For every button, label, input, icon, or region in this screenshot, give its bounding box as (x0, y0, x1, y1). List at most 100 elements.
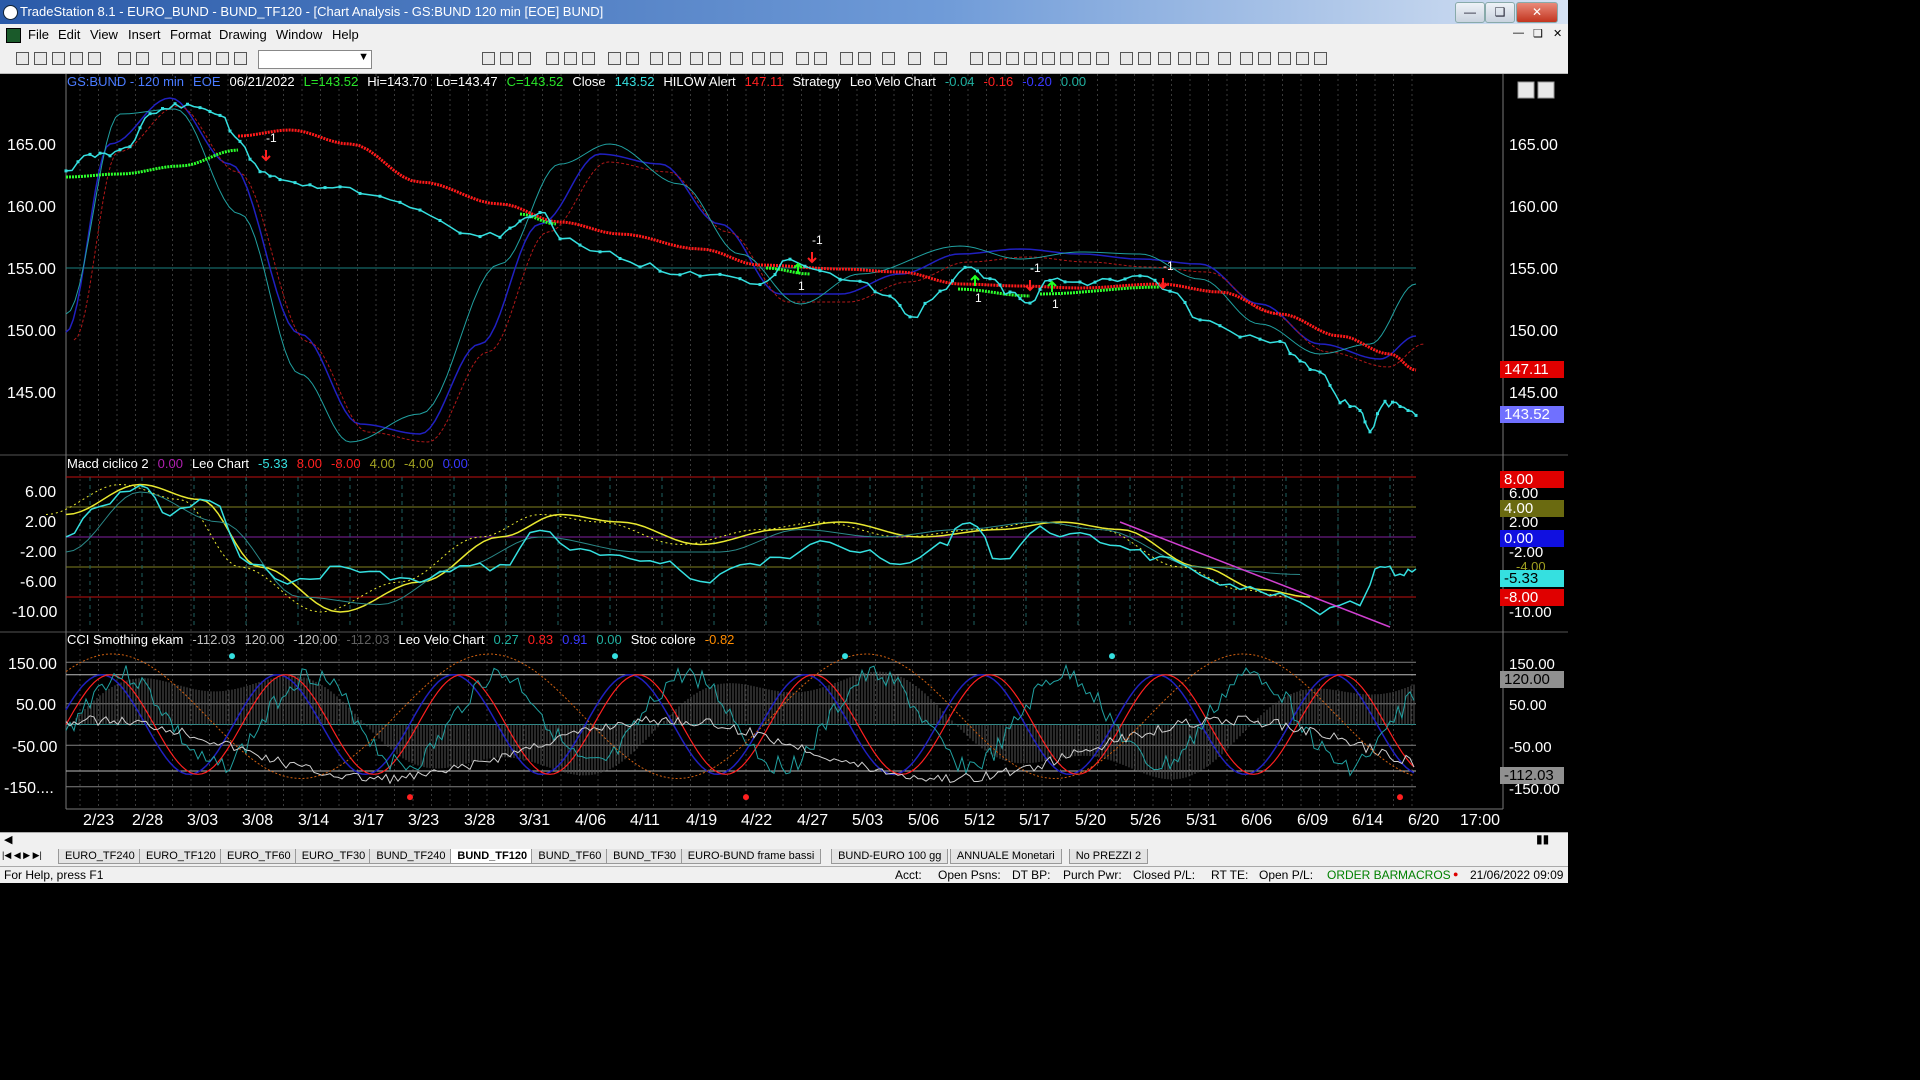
toolbar-tool-icon[interactable] (162, 52, 175, 65)
toolbar-tool-icon[interactable] (1178, 52, 1191, 65)
symbol-combo[interactable]: ▼ (258, 50, 372, 69)
toolbar-tool-icon[interactable] (690, 52, 703, 65)
toolbar-tool-icon[interactable] (1296, 52, 1309, 65)
chart-area[interactable]: -1 -1 1 -1 1 1 -1 (0, 74, 1568, 832)
toolbar-tool-icon[interactable] (1120, 52, 1133, 65)
toolbar-tool-icon[interactable] (1042, 52, 1055, 65)
toolbar-tool-icon[interactable] (34, 52, 47, 65)
toolbar-tool-icon[interactable] (970, 52, 983, 65)
toolbar-tool-icon[interactable] (796, 52, 809, 65)
toolbar-tool-icon[interactable] (136, 52, 149, 65)
price-bar-tick (148, 112, 152, 116)
tab-euro-tf120[interactable]: EURO_TF120 (139, 849, 223, 864)
toolbar-tool-icon[interactable] (564, 52, 577, 65)
toolbar-tool-icon[interactable] (1024, 52, 1037, 65)
tab-bund-tf30[interactable]: BUND_TF30 (606, 849, 684, 864)
toolbar-tool-icon[interactable] (650, 52, 663, 65)
close-button[interactable]: ✕ (1516, 2, 1558, 23)
toolbar-tool-icon[interactable] (1078, 52, 1091, 65)
toolbar-tool-icon[interactable] (1278, 52, 1291, 65)
toolbar-tool-icon[interactable] (934, 52, 947, 65)
tab-euro-tf60[interactable]: EURO_TF60 (220, 849, 298, 864)
scroll-left-icon[interactable]: ◀ (4, 833, 12, 846)
price-bar-tick (1153, 278, 1157, 282)
horizontal-scrollbar[interactable]: ◀ ▮▮ (0, 832, 1568, 849)
toolbar-tool-icon[interactable] (518, 52, 531, 65)
tab-bund-tf240[interactable]: BUND_TF240 (369, 849, 453, 864)
toolbar-tool-icon[interactable] (840, 52, 853, 65)
tab-no-prezzi-2[interactable]: No PREZZI 2 (1068, 849, 1149, 864)
status-macros[interactable]: MACROS (1398, 868, 1451, 882)
toolbar-tool-icon[interactable] (988, 52, 1001, 65)
tab-nav-icon[interactable]: |◀ ◀ ▶ ▶| (2, 850, 42, 861)
menu-file[interactable]: File (28, 27, 49, 42)
toolbar-tool-icon[interactable] (1240, 52, 1253, 65)
toolbar-tool-icon[interactable] (770, 52, 783, 65)
toolbar-tool-icon[interactable] (234, 52, 247, 65)
toolbar-tool-icon[interactable] (858, 52, 871, 65)
tab-bund-tf60[interactable]: BUND_TF60 (531, 849, 609, 864)
toolbar-tool-icon[interactable] (1060, 52, 1073, 65)
mdi-close-icon[interactable]: ✕ (1553, 27, 1562, 40)
tab-euro-tf30[interactable]: EURO_TF30 (294, 849, 373, 864)
toolbar-tool-icon[interactable] (882, 52, 895, 65)
cci-header-item: 120.00 (244, 632, 285, 647)
hilow-green-line (957, 287, 1031, 298)
menu-insert[interactable]: Insert (128, 27, 161, 42)
menu-edit[interactable]: Edit (58, 27, 80, 42)
chart-canvas[interactable]: -1 -1 1 -1 1 1 -1 (0, 74, 1568, 832)
menu-window[interactable]: Window (276, 27, 322, 42)
menu-help[interactable]: Help (332, 27, 359, 42)
toolbar-tool-icon[interactable] (180, 52, 193, 65)
toolbar-tool-icon[interactable] (52, 52, 65, 65)
tab-bund-euro-100-gg[interactable]: BUND-EURO 100 gg (831, 849, 949, 864)
toolbar-tool-icon[interactable] (1258, 52, 1271, 65)
menu-drawing[interactable]: Drawing (219, 27, 267, 42)
price-bar-tick (378, 194, 382, 198)
toolbar-tool-icon[interactable] (118, 52, 131, 65)
toolbar-tool-icon[interactable] (1138, 52, 1151, 65)
toolbar-tool-icon[interactable] (1196, 52, 1209, 65)
toolbar-tool-icon[interactable] (1218, 52, 1231, 65)
toolbar-tool-icon[interactable] (216, 52, 229, 65)
price-bar-tick (1318, 370, 1322, 374)
toolbar-tool-icon[interactable] (752, 52, 765, 65)
tab-bund-tf120[interactable]: BUND_TF120 (450, 849, 535, 864)
toolbar-tool-icon[interactable] (500, 52, 513, 65)
toolbar-tool-icon[interactable] (908, 52, 921, 65)
toolbar-tool-icon[interactable] (814, 52, 827, 65)
cci-signal-dot (1397, 794, 1403, 801)
toolbar-tool-icon[interactable] (608, 52, 621, 65)
price-bar-tick (518, 219, 522, 223)
toolbar-tool-icon[interactable] (1158, 52, 1171, 65)
scroll-thumb-icon[interactable]: ▮▮ (1536, 832, 1549, 846)
toolbar-tool-icon[interactable] (626, 52, 639, 65)
mdi-minimize-icon[interactable]: — (1513, 27, 1524, 39)
price-bar-tick (1048, 278, 1052, 282)
toolbar-tool-icon[interactable] (1006, 52, 1019, 65)
toolbar-tool-icon[interactable] (1096, 52, 1109, 65)
toolbar-tool-icon[interactable] (582, 52, 595, 65)
toolbar-tool-icon[interactable] (70, 52, 83, 65)
toolbar-tool-icon[interactable] (88, 52, 101, 65)
toolbar-tool-icon[interactable] (1314, 52, 1327, 65)
status-order-bar[interactable]: ORDER BAR (1327, 868, 1398, 882)
menu-format[interactable]: Format (170, 27, 211, 42)
price-axis-left-160: 160.00 (7, 199, 56, 216)
tab-annuale-monetari[interactable]: ANNUALE Monetari (949, 849, 1062, 864)
toolbar-tool-icon[interactable] (198, 52, 211, 65)
toolbar-tool-icon[interactable] (482, 52, 495, 65)
toolbar-tool-icon[interactable] (708, 52, 721, 65)
toolbar-tool-icon[interactable] (668, 52, 681, 65)
maximize-button[interactable]: ❑ (1485, 2, 1515, 23)
minimize-button[interactable]: — (1455, 2, 1485, 23)
tab-euro-bund-frame-bassi[interactable]: EURO-BUND frame bassi (680, 849, 822, 864)
mdi-restore-icon[interactable]: ❑ (1533, 27, 1543, 40)
tab-euro-tf240[interactable]: EURO_TF240 (58, 849, 142, 864)
toolbar-tool-icon[interactable] (16, 52, 29, 65)
child-window-icon[interactable] (6, 28, 21, 43)
toolbar-tool-icon[interactable] (546, 52, 559, 65)
x-axis-tick-label: 6/06 (1241, 812, 1273, 829)
menu-view[interactable]: View (90, 27, 118, 42)
toolbar-tool-icon[interactable] (730, 52, 743, 65)
